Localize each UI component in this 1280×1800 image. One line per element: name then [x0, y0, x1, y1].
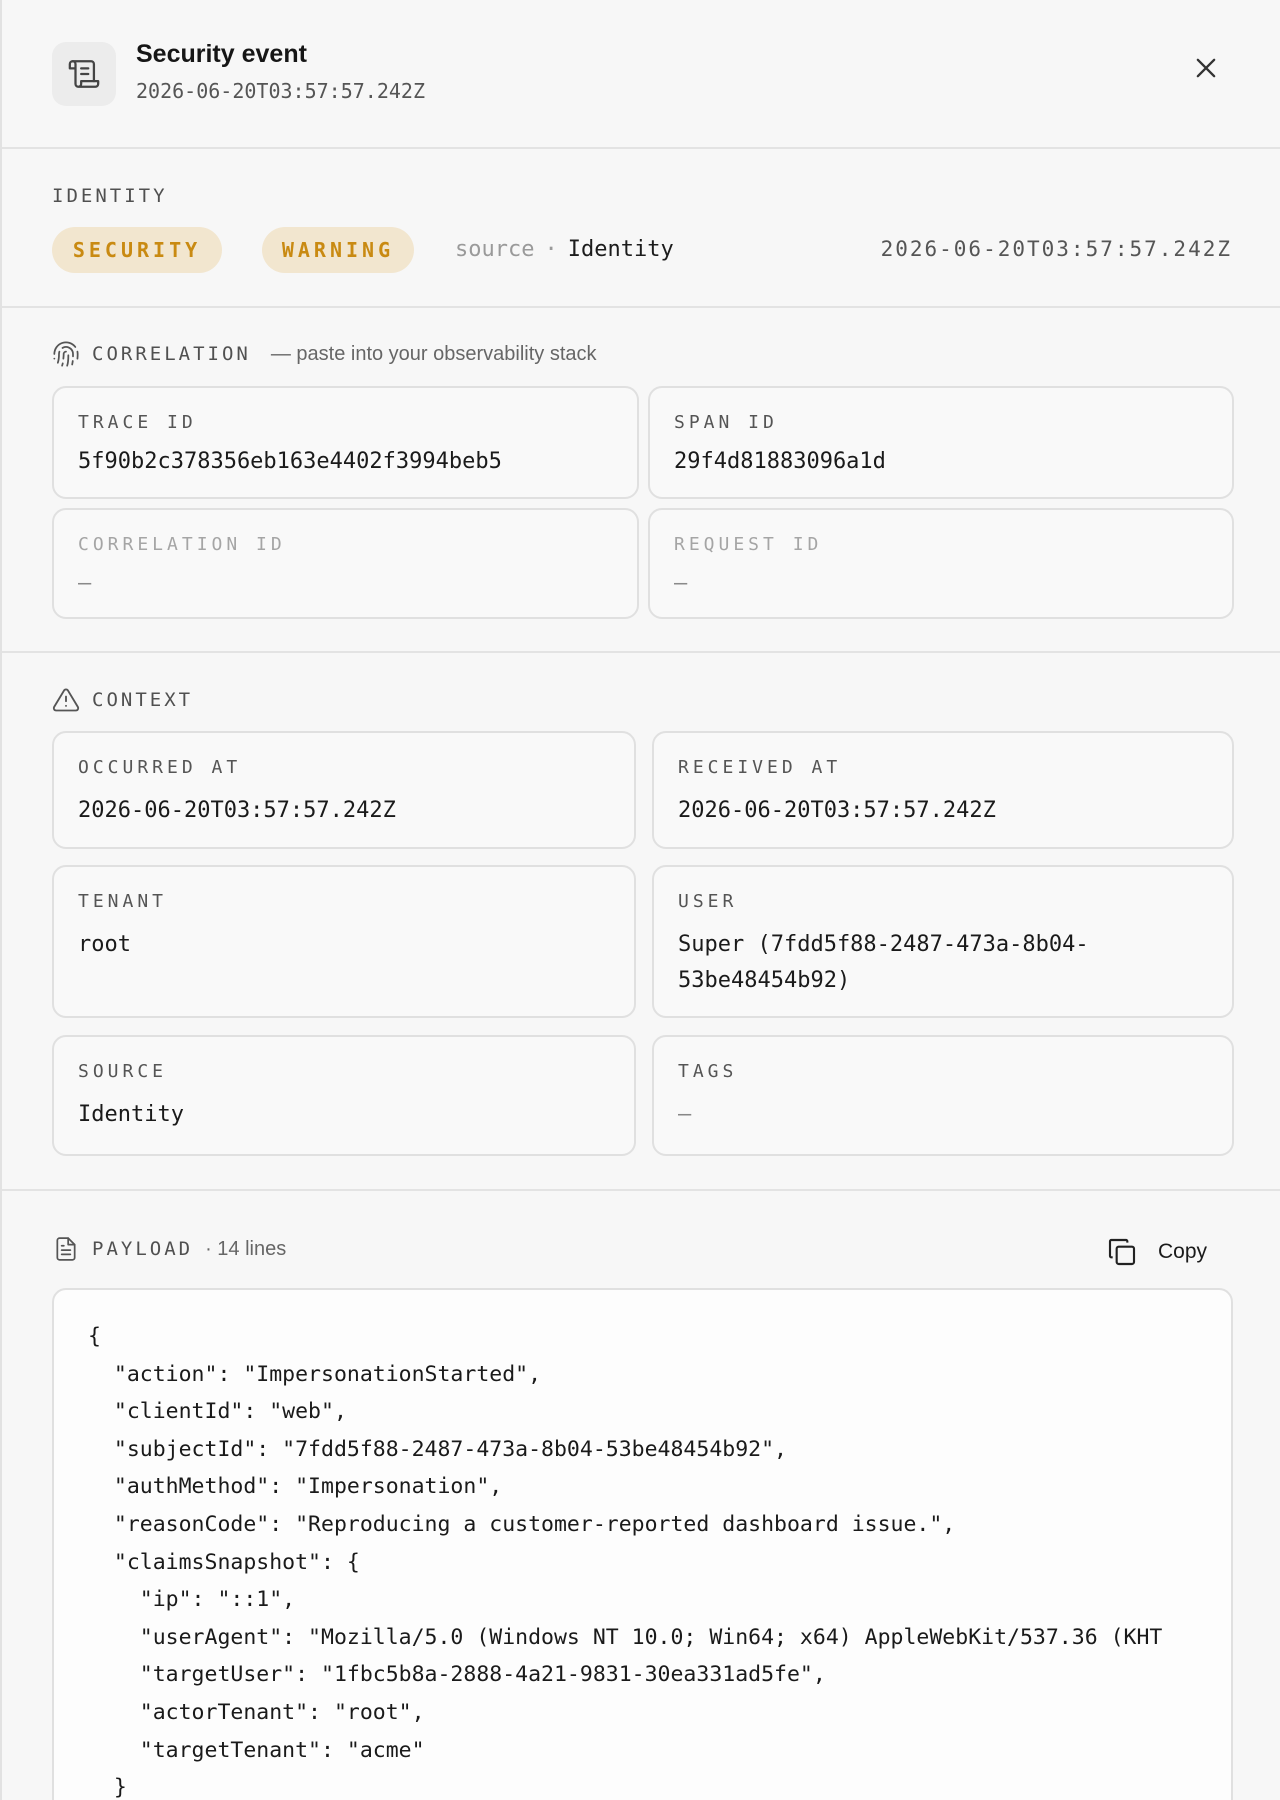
payload-line-count: · 14 lines: [205, 1237, 287, 1260]
tenant-value: root: [78, 932, 131, 957]
correlation-section: CORRELATION — paste into your observabil…: [2, 308, 1280, 653]
payload-header: PAYLOAD · 14 lines: [52, 1235, 286, 1263]
user-value: Super (7fdd5f88-2487-473a-8b04-53be48454…: [678, 932, 1089, 993]
payload-line: "action": "ImpersonationStarted",: [113, 1361, 542, 1387]
payload-code: { "action": "ImpersonationStarted", "cli…: [88, 1318, 1162, 1800]
correlation-id-value: —: [78, 571, 92, 596]
payload-label: PAYLOAD: [92, 1238, 194, 1260]
scroll-icon: [52, 42, 116, 106]
correlation-label: CORRELATION: [92, 343, 251, 365]
event-timestamp: 2026-06-20T03:57:57.242Z: [136, 79, 425, 103]
context-label: CONTEXT: [92, 689, 194, 711]
payload-line: "ip": "::1",: [139, 1587, 296, 1613]
close-button[interactable]: [1186, 48, 1226, 88]
payload-section: PAYLOAD · 14 lines Copy { "action": "Imp…: [2, 1191, 1280, 1800]
event-detail-panel: Security event 2026-06-20T03:57:57.242Z …: [0, 0, 1280, 1800]
identity-timestamp: 2026-06-20T03:57:57.242Z: [880, 237, 1232, 261]
span-id-card[interactable]: SPAN ID 29f4d81883096a1d: [648, 386, 1234, 499]
copy-icon: [1106, 1236, 1138, 1268]
payload-line: "authMethod": "Impersonation",: [113, 1474, 503, 1500]
close-icon: [1196, 58, 1216, 78]
trace-id-value: 5f90b2c378356eb163e4402f3994beb5: [78, 449, 502, 474]
payload-line: "reasonCode": "Reproducing a customer-re…: [113, 1511, 956, 1537]
tenant-card: TENANT root: [52, 865, 636, 1018]
field-label: TRACE ID: [78, 412, 197, 433]
payload-line: "subjectId": "7fdd5f88-2487-473a-8b04-53…: [113, 1436, 787, 1462]
severity-badge: WARNING: [262, 227, 414, 273]
source-value: Identity: [78, 1102, 184, 1127]
request-id-value: —: [674, 571, 688, 596]
document-icon: [52, 1235, 80, 1263]
occurred-at-value: 2026-06-20T03:57:57.242Z: [78, 798, 396, 823]
source-value: Identity: [567, 237, 674, 262]
identity-label: IDENTITY: [52, 185, 168, 207]
category-badge: SECURITY: [52, 227, 222, 273]
source-info: source · Identity: [455, 237, 674, 262]
received-at-value: 2026-06-20T03:57:57.242Z: [678, 798, 996, 823]
warning-triangle-icon: [52, 686, 80, 714]
payload-line: "clientId": "web",: [113, 1399, 347, 1425]
payload-line: }: [88, 1775, 127, 1800]
context-section: CONTEXT OCCURRED AT 2026-06-20T03:57:57.…: [2, 653, 1280, 1191]
payload-line: "targetUser": "1fbc5b8a-2888-4a21-9831-3…: [139, 1662, 826, 1688]
page-title: Security event: [136, 40, 307, 68]
payload-code-block[interactable]: { "action": "ImpersonationStarted", "cli…: [52, 1288, 1233, 1800]
separator-dot: ·: [544, 237, 558, 262]
field-label: CORRELATION ID: [78, 534, 286, 555]
received-at-card: RECEIVED AT 2026-06-20T03:57:57.242Z: [652, 731, 1234, 849]
field-label: TENANT: [78, 891, 168, 912]
tags-card: TAGS —: [652, 1035, 1234, 1156]
field-label: USER: [678, 891, 738, 912]
payload-line: {: [88, 1324, 101, 1349]
correlation-id-card[interactable]: CORRELATION ID —: [52, 508, 639, 619]
tags-value: —: [678, 1102, 692, 1127]
payload-line: "userAgent": "Mozilla/5.0 (Windows NT 10…: [139, 1624, 1163, 1650]
panel-header: Security event 2026-06-20T03:57:57.242Z: [2, 0, 1280, 149]
field-label: TAGS: [678, 1061, 738, 1082]
context-header: CONTEXT: [52, 686, 193, 714]
field-label: OCCURRED AT: [78, 757, 242, 778]
trace-id-card[interactable]: TRACE ID 5f90b2c378356eb163e4402f3994beb…: [52, 386, 639, 499]
payload-line: "actorTenant": "root",: [139, 1699, 425, 1725]
copy-button[interactable]: Copy: [1106, 1232, 1207, 1272]
occurred-at-card: OCCURRED AT 2026-06-20T03:57:57.242Z: [52, 731, 636, 849]
field-label: SPAN ID: [674, 412, 778, 433]
field-label: SOURCE: [78, 1061, 168, 1082]
field-label: RECEIVED AT: [678, 757, 842, 778]
field-label: REQUEST ID: [674, 534, 823, 555]
payload-line: "targetTenant": "acme": [139, 1737, 425, 1763]
source-card: SOURCE Identity: [52, 1035, 636, 1156]
identity-section: IDENTITY SECURITY WARNING source · Identit…: [2, 149, 1280, 308]
correlation-note: — paste into your observability stack: [270, 342, 597, 365]
payload-line: "claimsSnapshot": {: [113, 1549, 360, 1575]
request-id-card[interactable]: REQUEST ID —: [648, 508, 1234, 619]
correlation-header: CORRELATION — paste into your observabil…: [52, 340, 597, 368]
fingerprint-icon: [52, 340, 80, 368]
span-id-value: 29f4d81883096a1d: [674, 449, 886, 474]
copy-label: Copy: [1158, 1240, 1208, 1263]
user-card: USER Super (7fdd5f88-2487-473a-8b04-53be…: [652, 865, 1234, 1018]
source-key: source: [455, 237, 535, 262]
